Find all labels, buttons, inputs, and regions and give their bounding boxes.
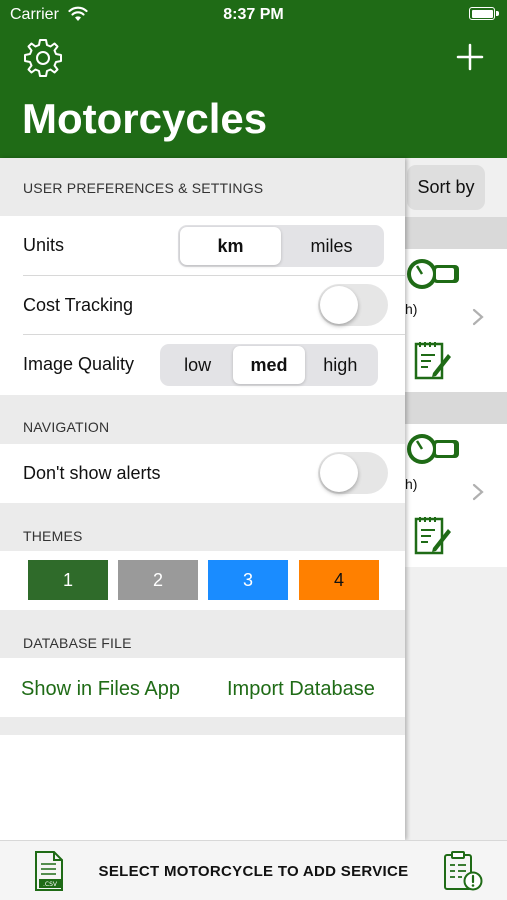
service-notes-icon[interactable]	[413, 339, 453, 381]
battery-tip	[496, 11, 499, 16]
sort-button[interactable]: Sort by	[407, 165, 485, 210]
panel-footer-divider	[0, 717, 405, 735]
units-label: Units	[23, 235, 65, 255]
list-item[interactable]: h)	[405, 424, 507, 567]
theme-button-1[interactable]: 1	[28, 560, 108, 600]
theme-button-4[interactable]: 4	[299, 560, 379, 600]
quality-option-low[interactable]: low	[162, 346, 233, 384]
nav-header: Carrier 8:37 PM Motorcycles	[0, 0, 507, 158]
import-database-button[interactable]: Import Database	[227, 678, 375, 701]
show-in-files-button[interactable]: Show in Files App	[21, 678, 180, 701]
chevron-right-icon	[472, 483, 484, 501]
cost-tracking-toggle[interactable]	[318, 284, 388, 326]
section-header-navigation: NAVIGATION	[0, 395, 405, 444]
units-option-km[interactable]: km	[180, 227, 281, 265]
alerts-label: Don't show alerts	[23, 463, 161, 483]
odometer-icon	[407, 434, 459, 464]
alerts-toggle[interactable]	[318, 452, 388, 494]
svg-text:.CSV: .CSV	[43, 881, 58, 888]
cost-tracking-label: Cost Tracking	[23, 295, 134, 315]
status-time: 8:37 PM	[223, 6, 284, 23]
settings-gear-icon[interactable]	[22, 37, 64, 79]
toggle-knob	[320, 454, 358, 492]
page-title: Motorcycles	[22, 95, 268, 142]
toggle-knob	[320, 286, 358, 324]
list-section-header	[405, 392, 507, 424]
service-report-icon[interactable]	[442, 850, 484, 892]
list-item[interactable]: h)	[405, 249, 507, 392]
service-notes-icon[interactable]	[413, 514, 453, 556]
odometer-icon	[407, 259, 459, 289]
theme-button-2[interactable]: 2	[118, 560, 198, 600]
toolbar-instruction: SELECT MOTORCYCLE TO ADD SERVICE	[98, 863, 409, 880]
motorcycle-list: Sort by h) h)	[405, 158, 507, 840]
section-header-user-prefs: USER PREFERENCES & SETTINGS	[0, 158, 405, 216]
bottom-toolbar: .CSV SELECT MOTORCYCLE TO ADD SERVICE	[0, 840, 507, 900]
quality-option-med[interactable]: med	[233, 346, 305, 384]
chevron-right-icon	[472, 308, 484, 326]
theme-button-3[interactable]: 3	[208, 560, 288, 600]
settings-panel: USER PREFERENCES & SETTINGS Units km mil…	[0, 158, 405, 840]
add-icon[interactable]	[455, 42, 485, 72]
battery-icon	[469, 7, 495, 20]
image-quality-label: Image Quality	[23, 354, 135, 374]
units-option-miles[interactable]: miles	[281, 227, 382, 265]
section-header-database: DATABASE FILE	[0, 610, 405, 658]
row-partial-text: h)	[405, 476, 418, 492]
section-header-themes: THEMES	[0, 503, 405, 551]
row-partial-text: h)	[405, 301, 418, 317]
image-quality-segmented-control[interactable]: low med high	[160, 344, 378, 386]
status-bar: Carrier 8:37 PM	[0, 0, 507, 30]
quality-option-high[interactable]: high	[305, 346, 376, 384]
list-section-header	[405, 217, 507, 249]
units-segmented-control[interactable]: km miles	[178, 225, 384, 267]
